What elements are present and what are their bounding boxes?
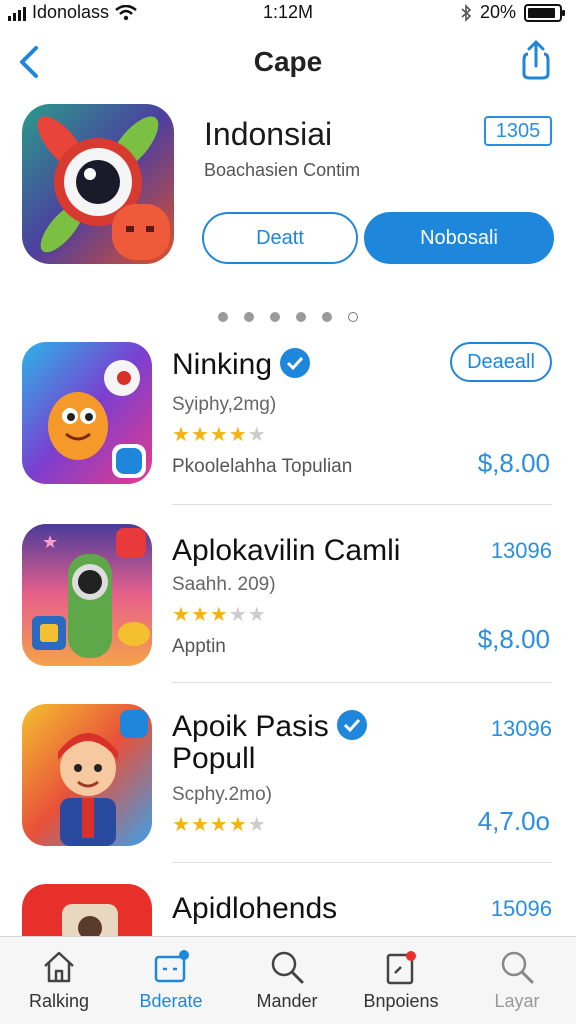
star-empty-icon: ★ [247, 604, 267, 626]
star-rating: ★★★★★ [172, 602, 267, 627]
star-filled-icon: ★ [228, 424, 248, 446]
star-filled-icon: ★ [190, 424, 210, 446]
star-filled-icon: ★ [209, 814, 229, 836]
verified-badge-icon [336, 710, 367, 740]
games-icon [154, 950, 189, 983]
tab-label: Layar [494, 991, 540, 1011]
star-filled-icon: ★ [228, 814, 248, 836]
page-dot[interactable] [244, 312, 254, 322]
star-filled-icon: ★ [190, 604, 210, 626]
tab-label: Mander [256, 991, 318, 1011]
page-dot[interactable] [296, 312, 306, 322]
page-dot[interactable] [270, 312, 280, 322]
tab-ralking[interactable]: Ralking [4, 949, 114, 1012]
divider [172, 862, 552, 863]
app-icon[interactable]: ★ [22, 524, 152, 666]
app-meta: Syiphy,2mg) [172, 394, 277, 415]
app-percent: 13096 [490, 716, 552, 741]
search-icon [501, 951, 534, 984]
featured-app-title: Indonsiai [204, 116, 333, 152]
app-category: Apptin [172, 636, 226, 657]
battery-icon [524, 3, 565, 22]
star-empty-icon: ★ [247, 814, 267, 836]
star-filled-icon: ★ [190, 814, 210, 836]
tab-bnpoiens[interactable]: Bnpoiens [346, 949, 456, 1012]
app-name: Aplokavilin Camli [172, 534, 401, 567]
star-rating: ★★★★★ [172, 812, 267, 837]
app-icon[interactable] [22, 884, 152, 944]
star-rating: ★★★★★ [172, 422, 267, 447]
star-filled-icon: ★ [209, 604, 229, 626]
star-filled-icon: ★ [172, 604, 191, 626]
divider [172, 504, 552, 505]
star-filled-icon: ★ [172, 424, 191, 446]
tab-label: Bderate [139, 991, 203, 1011]
featured-app-subtitle: Boachasien Contim [204, 160, 361, 180]
featured-primary-button[interactable]: Nobosali [364, 212, 554, 264]
star-filled-icon: ★ [172, 814, 191, 836]
app-name: Apoik Pasis [172, 710, 329, 743]
app-percent: 13096 [490, 538, 552, 563]
app-meta: Scphy.2mo) [172, 784, 272, 805]
featured-app-badge: 1305 [484, 116, 552, 146]
app-icon[interactable] [22, 342, 152, 484]
divider [172, 682, 552, 683]
app-icon[interactable] [22, 704, 152, 846]
battery-percent: 20% [479, 2, 516, 22]
page-title: Cape [253, 46, 323, 77]
tab-mander[interactable]: Mander [232, 949, 342, 1012]
tab-bderate[interactable]: Bderate [116, 949, 226, 1012]
verified-badge-icon [280, 348, 311, 378]
home-icon [44, 951, 74, 983]
app-name-line2: Popull [172, 742, 256, 775]
tab-bar: Ralking Bderate Mander Bnpoiens Layar [0, 936, 576, 1024]
status-bar: Idonolass 1:12M 20% [0, 0, 576, 26]
tab-layar[interactable]: Layar [462, 949, 572, 1012]
page-dot[interactable] [218, 312, 228, 322]
nav-bar: Cape [0, 36, 576, 88]
get-button[interactable]: Deaeall [450, 342, 552, 382]
app-price[interactable]: $,8.00 [478, 448, 550, 479]
app-percent: 15096 [490, 896, 552, 921]
star-filled-icon: ★ [209, 424, 229, 446]
bluetooth-icon [461, 3, 472, 22]
star-empty-icon: ★ [247, 424, 267, 446]
app-meta: Saahh. 209) [172, 574, 276, 595]
search-icon [271, 951, 304, 984]
updates-icon [386, 951, 416, 985]
app-price[interactable]: 4,7.0o [478, 806, 550, 837]
share-icon[interactable] [516, 38, 556, 82]
app-name: Apidlohends [172, 892, 338, 925]
app-category: Pkoolelahha Topulian [172, 456, 353, 477]
svg-text:★: ★ [42, 532, 58, 553]
page-dot[interactable] [348, 312, 358, 322]
star-empty-icon: ★ [228, 604, 248, 626]
app-price[interactable]: $,8.00 [478, 624, 550, 655]
app-name: Ninking [172, 348, 273, 381]
featured-app-icon[interactable] [22, 104, 174, 264]
page-indicator[interactable] [0, 312, 576, 322]
tab-label: Bnpoiens [363, 991, 439, 1011]
tab-label: Ralking [28, 991, 90, 1011]
featured-secondary-button[interactable]: Deatt [202, 212, 358, 264]
page-dot[interactable] [322, 312, 332, 322]
